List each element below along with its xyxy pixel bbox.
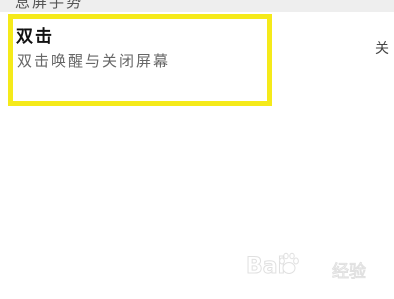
setting-description: 双击唤醒与关闭屏幕 xyxy=(17,52,171,70)
section-title: 息屏手势 xyxy=(15,0,84,11)
section-header: 息屏手势 xyxy=(0,0,394,12)
watermark-suffix: 经验 xyxy=(332,262,367,283)
setting-state-value[interactable]: 关 xyxy=(375,38,394,58)
watermark-logo: Bai 经验 xyxy=(245,250,374,283)
setting-title: 双击 xyxy=(16,27,54,47)
settings-page: 息屏手势 双击 双击唤醒与关闭屏幕 关 Bai 经验 xyxy=(0,0,394,299)
paw-icon xyxy=(279,252,299,274)
